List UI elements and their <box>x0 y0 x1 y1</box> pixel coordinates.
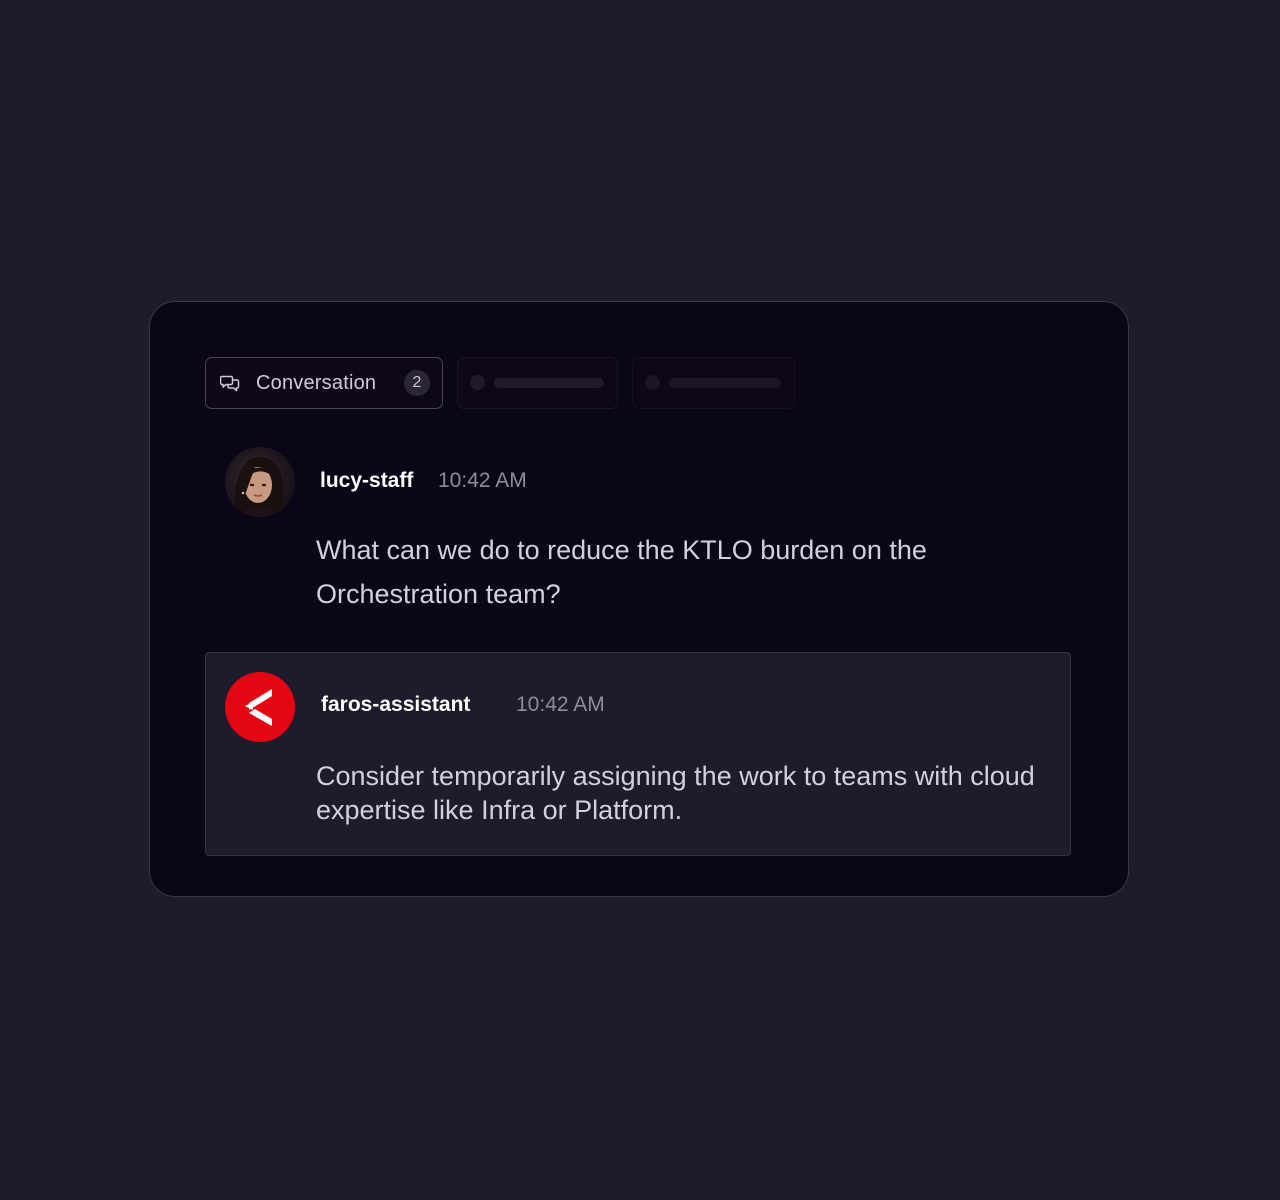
user-photo-avatar[interactable] <box>225 447 295 517</box>
message-assistant: faros-assistant 10:42 AM Consider tempor… <box>205 652 1071 856</box>
placeholder-bar <box>669 378 781 388</box>
chat-bubbles-icon <box>219 374 240 392</box>
author-name[interactable]: faros-assistant <box>321 693 470 717</box>
author-name[interactable]: lucy-staff <box>320 469 413 493</box>
message-text: What can we do to reduce the KTLO burden… <box>316 535 927 609</box>
tab-count-badge: 2 <box>404 370 430 396</box>
tab-label: Conversation <box>256 372 377 394</box>
tab-placeholder-2[interactable] <box>632 357 795 409</box>
message-text: Consider temporarily assigning the work … <box>316 761 1035 825</box>
placeholder-dot <box>645 375 660 390</box>
placeholder-dot <box>470 375 485 390</box>
placeholder-bar <box>494 378 604 388</box>
faros-logo-icon[interactable] <box>225 672 295 742</box>
message-timestamp: 10:42 AM <box>438 469 527 492</box>
conversation-panel: Conversation 2 lucy-staff 10:42 AM What … <box>149 301 1129 897</box>
message-timestamp: 10:42 AM <box>516 693 605 716</box>
tab-placeholder-1[interactable] <box>457 357 618 409</box>
tab-conversation[interactable]: Conversation 2 <box>205 357 443 409</box>
